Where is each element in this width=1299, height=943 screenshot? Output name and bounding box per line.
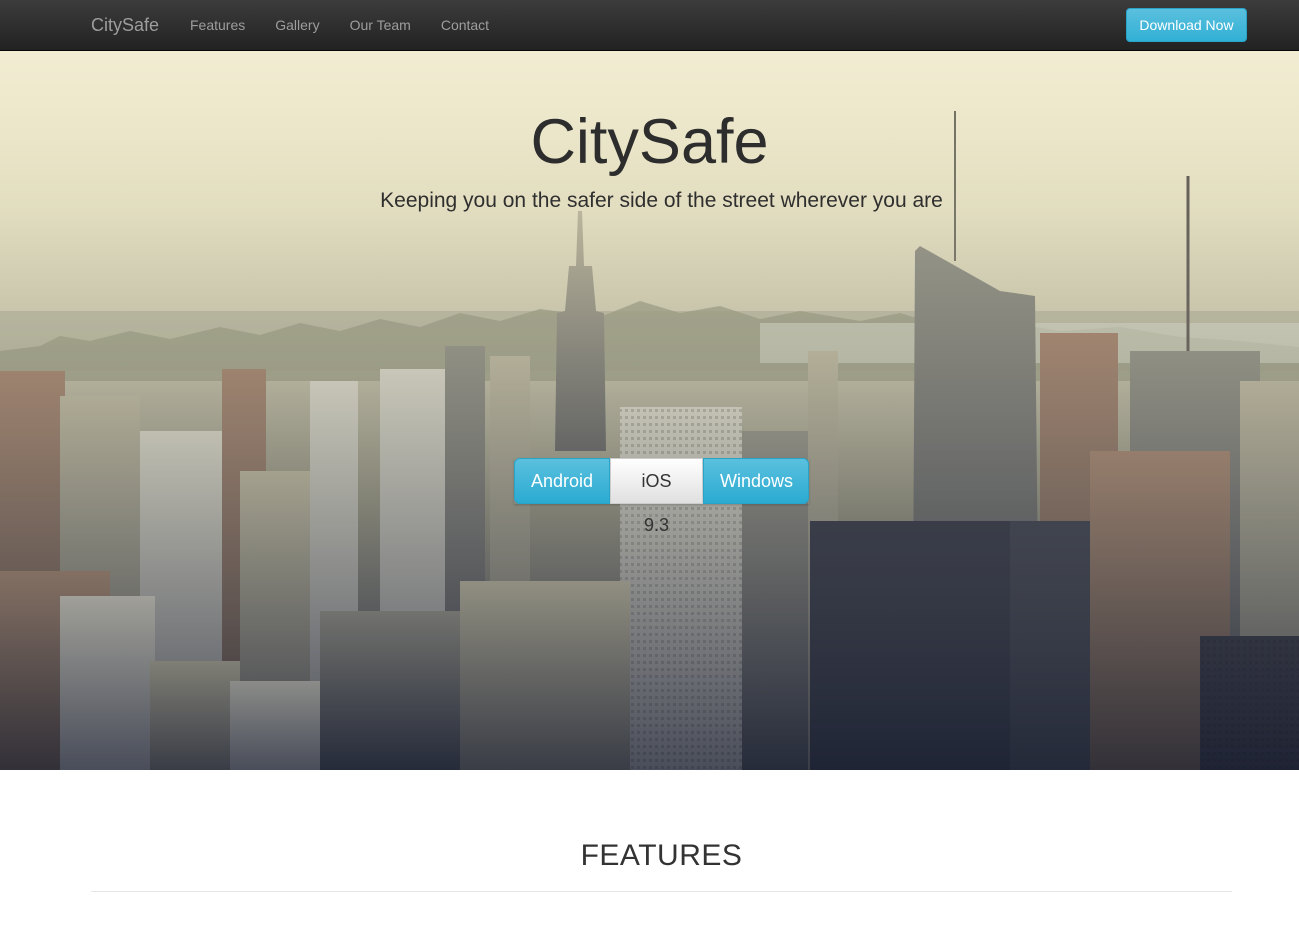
brand-logo-link[interactable]: CitySafe [91, 14, 159, 36]
nav-link-contact[interactable]: Contact [426, 0, 504, 50]
platform-button-group: Android iOS 9.3 Windows [514, 458, 809, 535]
hero-subtitle: Keeping you on the safer side of the str… [380, 189, 943, 212]
features-divider [91, 891, 1232, 892]
top-navbar: CitySafe Features Gallery Our Team Conta… [0, 0, 1299, 51]
hero-title: CitySafe [530, 107, 769, 177]
android-button[interactable]: Android [514, 458, 610, 504]
ios-button[interactable]: iOS 9.3 [610, 458, 703, 535]
hero-section: CitySafe Keeping you on the safer side o… [0, 51, 1299, 770]
features-heading: FEATURES [580, 839, 743, 872]
nav-links: Features Gallery Our Team Contact [175, 0, 504, 50]
nav-link-our-team[interactable]: Our Team [335, 0, 426, 50]
nav-link-gallery[interactable]: Gallery [260, 0, 334, 50]
download-now-button[interactable]: Download Now [1126, 8, 1247, 42]
nav-link-features[interactable]: Features [175, 0, 260, 50]
windows-button[interactable]: Windows [703, 458, 809, 504]
